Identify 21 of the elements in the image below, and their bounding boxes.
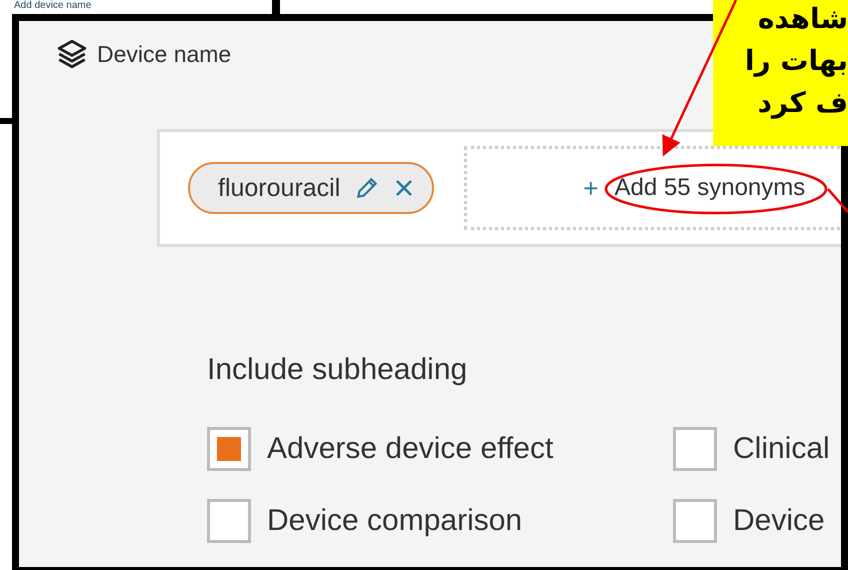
checkbox[interactable]	[673, 427, 717, 471]
checkbox-label: Device	[733, 504, 825, 538]
add-device-name-link[interactable]: Add device name	[14, 0, 92, 11]
note-text: شاهده	[758, 1, 848, 37]
checkbox-label: Adverse device effect	[267, 432, 554, 466]
term-label: fluorouracil	[218, 174, 340, 202]
checkbox-label: Clinical	[733, 432, 830, 466]
plus-icon: +	[583, 172, 598, 204]
close-icon[interactable]	[394, 178, 414, 198]
checkbox[interactable]	[673, 499, 717, 543]
annotation-line	[827, 188, 848, 213]
section-title: Device name	[97, 40, 232, 68]
note-text: بهات را	[744, 43, 848, 79]
checkbox-label: Device comparison	[267, 504, 522, 538]
note-text: ف کرد	[758, 85, 848, 121]
checkbox[interactable]	[207, 427, 251, 471]
layers-icon	[55, 37, 89, 71]
subheading-title: Include subheading	[207, 353, 468, 387]
checkbox[interactable]	[207, 499, 251, 543]
add-synonyms-button[interactable]: + Add 55 synonyms	[583, 172, 806, 204]
add-synonyms-label: Add 55 synonyms	[614, 174, 806, 202]
